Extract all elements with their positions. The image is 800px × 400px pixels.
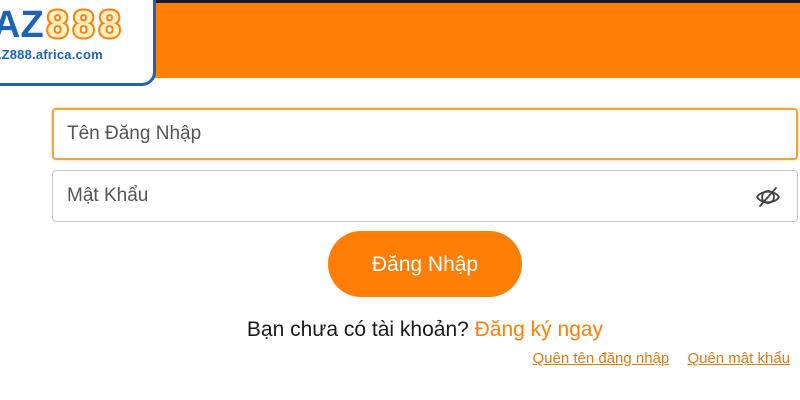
forgot-password-link[interactable]: Quên mật khẩu (687, 350, 790, 367)
login-page: AZ 8 8 8 8 8 8 AZ888.africa.com Tên Đăng… (0, 0, 800, 400)
az888-logo-mark: AZ 8 8 8 8 8 8 (0, 2, 122, 45)
register-now-link[interactable]: Đăng ký ngay (475, 318, 603, 341)
site-logo[interactable]: AZ 8 8 8 8 8 8 AZ888.africa.com (0, 0, 156, 86)
login-button[interactable]: Đăng Nhập (328, 231, 522, 297)
eye-slash-icon[interactable] (755, 184, 781, 210)
username-placeholder: Tên Đăng Nhập (67, 123, 202, 144)
site-url: AZ888.africa.com (0, 47, 103, 62)
register-prompt-text: Bạn chưa có tài khoản? (246, 318, 469, 341)
password-placeholder: Mật Khẩu (67, 185, 149, 206)
password-field[interactable]: Mật Khẩu (52, 170, 798, 222)
recovery-links: Quên tên đăng nhập Quên mật khẩu (518, 350, 790, 367)
forgot-username-link[interactable]: Quên tên đăng nhập (532, 350, 669, 367)
register-prompt-line: Bạn chưa có tài khoản? Đăng ký ngay (0, 318, 800, 342)
svg-text:8: 8 (73, 4, 94, 45)
svg-text:AZ: AZ (0, 4, 44, 45)
svg-text:8: 8 (99, 4, 120, 45)
svg-text:8: 8 (47, 4, 68, 45)
username-field[interactable]: Tên Đăng Nhập (52, 108, 798, 160)
